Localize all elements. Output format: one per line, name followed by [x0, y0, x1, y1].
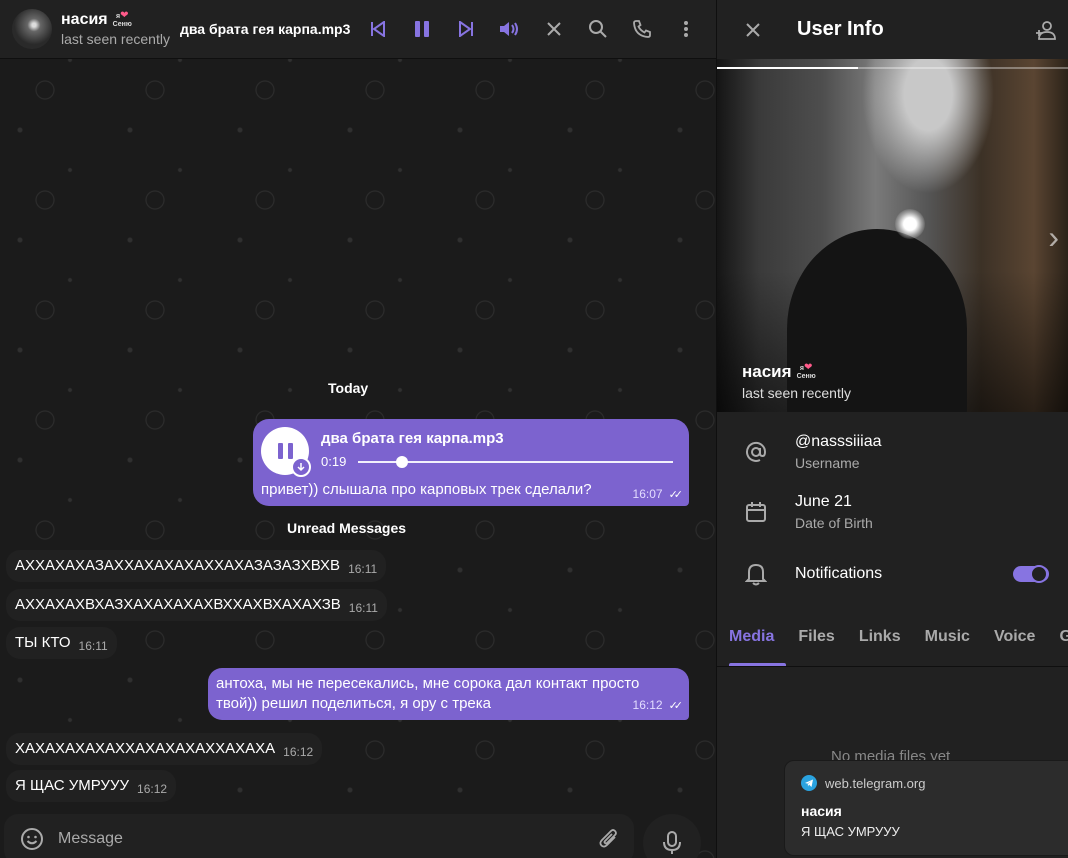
header-toolbar [356, 7, 708, 51]
notifications-toggle[interactable] [1013, 565, 1049, 583]
profile-status: last seen recently [742, 385, 851, 401]
tab-media[interactable]: Media [717, 620, 787, 666]
birthday-label: Date of Birth [795, 515, 873, 531]
message-input[interactable]: Message [58, 830, 123, 848]
message-time: 16:12 [137, 782, 168, 796]
pause-icon [277, 443, 293, 459]
volume-icon[interactable] [488, 7, 532, 51]
emoji-status-icon: я❤ Сеню [796, 361, 816, 380]
notifications-row[interactable]: Notifications [717, 562, 1068, 586]
pause-icon[interactable] [400, 7, 444, 51]
phone-icon[interactable] [620, 7, 664, 51]
message-time: 16:12 ✓✓ [632, 698, 684, 712]
notification-body: Я ЩАС УМРУУУ [801, 824, 900, 839]
photo-progress-strip [717, 67, 1068, 69]
chat-header-info[interactable]: насия я❤ Сеню last seen recently [61, 9, 170, 47]
add-contact-icon[interactable] [1024, 8, 1068, 52]
search-icon[interactable] [576, 7, 620, 51]
bell-icon [717, 562, 795, 586]
previous-track-icon[interactable] [356, 7, 400, 51]
audio-message: два брата гея карпа.mp3 0:19 привет)) сл… [253, 419, 689, 506]
message-bubble[interactable]: ХАХАХАХАХАХХАХАХАХАХХАХАХА 16:12 [6, 733, 323, 765]
tab-voice[interactable]: Voice [982, 620, 1048, 666]
message-time: 16:11 [348, 562, 378, 576]
desktop-notification[interactable]: web.telegram.org насия Я ЩАС УМРУУУ [784, 760, 1068, 856]
unread-separator: Unread Messages [287, 520, 407, 536]
profile-name: насия [742, 362, 792, 381]
notification-title: насия [801, 803, 842, 819]
audio-title: два брата гея карпа.mp3 [321, 430, 504, 447]
chat-header: насия я❤ Сеню last seen recently два брат… [0, 0, 716, 59]
message-time: 16:12 [283, 745, 314, 759]
more-options-icon[interactable] [664, 7, 708, 51]
panel-title: User Info [797, 18, 884, 40]
message-bubble[interactable]: антоха, мы не пересекались, мне сорока д… [208, 668, 689, 720]
message-bubble[interactable]: Я ЩАС УМРУУУ 16:12 [6, 770, 177, 802]
audio-progress-handle[interactable] [396, 456, 409, 468]
profile-photo[interactable]: › насия я❤ Сеню last seen recently [717, 59, 1068, 412]
next-track-icon[interactable] [444, 7, 488, 51]
avatar[interactable] [12, 9, 52, 49]
tab-files[interactable]: Files [786, 620, 846, 666]
tab-links[interactable]: Links [847, 620, 913, 666]
audio-caption: привет)) слышала про карповых трек сдела… [261, 481, 592, 498]
audio-duration: 0:19 [321, 454, 347, 469]
read-check-icon: ✓✓ [668, 489, 684, 501]
emoji-status-icon: я❤ Сеню [112, 9, 132, 28]
tab-groups[interactable]: Gr [1047, 620, 1068, 666]
emoji-icon[interactable] [20, 827, 44, 851]
message-bubble[interactable]: АХХАХАХАЗАХХАХАХАХАХХАХАЗАЗАЗХВХВ 16:11 [6, 550, 387, 582]
user-info-panel: User Info › насия я❤ Сеню last seen recen… [716, 0, 1068, 858]
birthday-value: June 21 [795, 493, 852, 510]
chat-name: насия [61, 11, 108, 28]
username-row[interactable]: @nasssiiiaa Username [717, 433, 1068, 471]
date-separator: Today [328, 380, 369, 396]
message-composer: Message [4, 814, 634, 858]
notification-source: web.telegram.org [825, 775, 926, 791]
message-time: 16:11 [78, 639, 108, 653]
attach-icon[interactable] [598, 827, 620, 851]
now-playing-title[interactable]: два брата гея карпа.mp3 [180, 21, 350, 37]
microphone-icon [663, 831, 681, 854]
at-sign-icon [717, 440, 795, 464]
username-value: @nasssiiiaa [795, 433, 882, 450]
notifications-label: Notifications [795, 565, 883, 582]
birthday-row[interactable]: June 21 Date of Birth [717, 493, 1068, 531]
download-icon[interactable] [291, 457, 311, 477]
media-tabs: Media Files Links Music Voice Gr [717, 620, 1068, 666]
message-bubble[interactable]: АХХАХАХВХАЗХАХАХАХАХВХХАХВХАХАХЗВ 16:11 [6, 589, 387, 621]
chevron-right-icon[interactable]: › [1048, 219, 1059, 256]
chat-panel: насия я❤ Сеню last seen recently два брат… [0, 0, 716, 858]
message-bubble[interactable]: ТЫ КТО 16:11 [6, 627, 117, 659]
username-label: Username [795, 455, 860, 471]
tab-music[interactable]: Music [913, 620, 982, 666]
close-player-icon[interactable] [532, 7, 576, 51]
message-time: 16:07 ✓✓ [632, 487, 684, 501]
calendar-icon [717, 501, 795, 523]
telegram-icon [801, 775, 817, 791]
user-info-header: User Info [717, 0, 1068, 59]
chat-status: last seen recently [61, 31, 170, 47]
close-icon[interactable] [731, 8, 775, 52]
message-time: 16:11 [348, 601, 378, 615]
